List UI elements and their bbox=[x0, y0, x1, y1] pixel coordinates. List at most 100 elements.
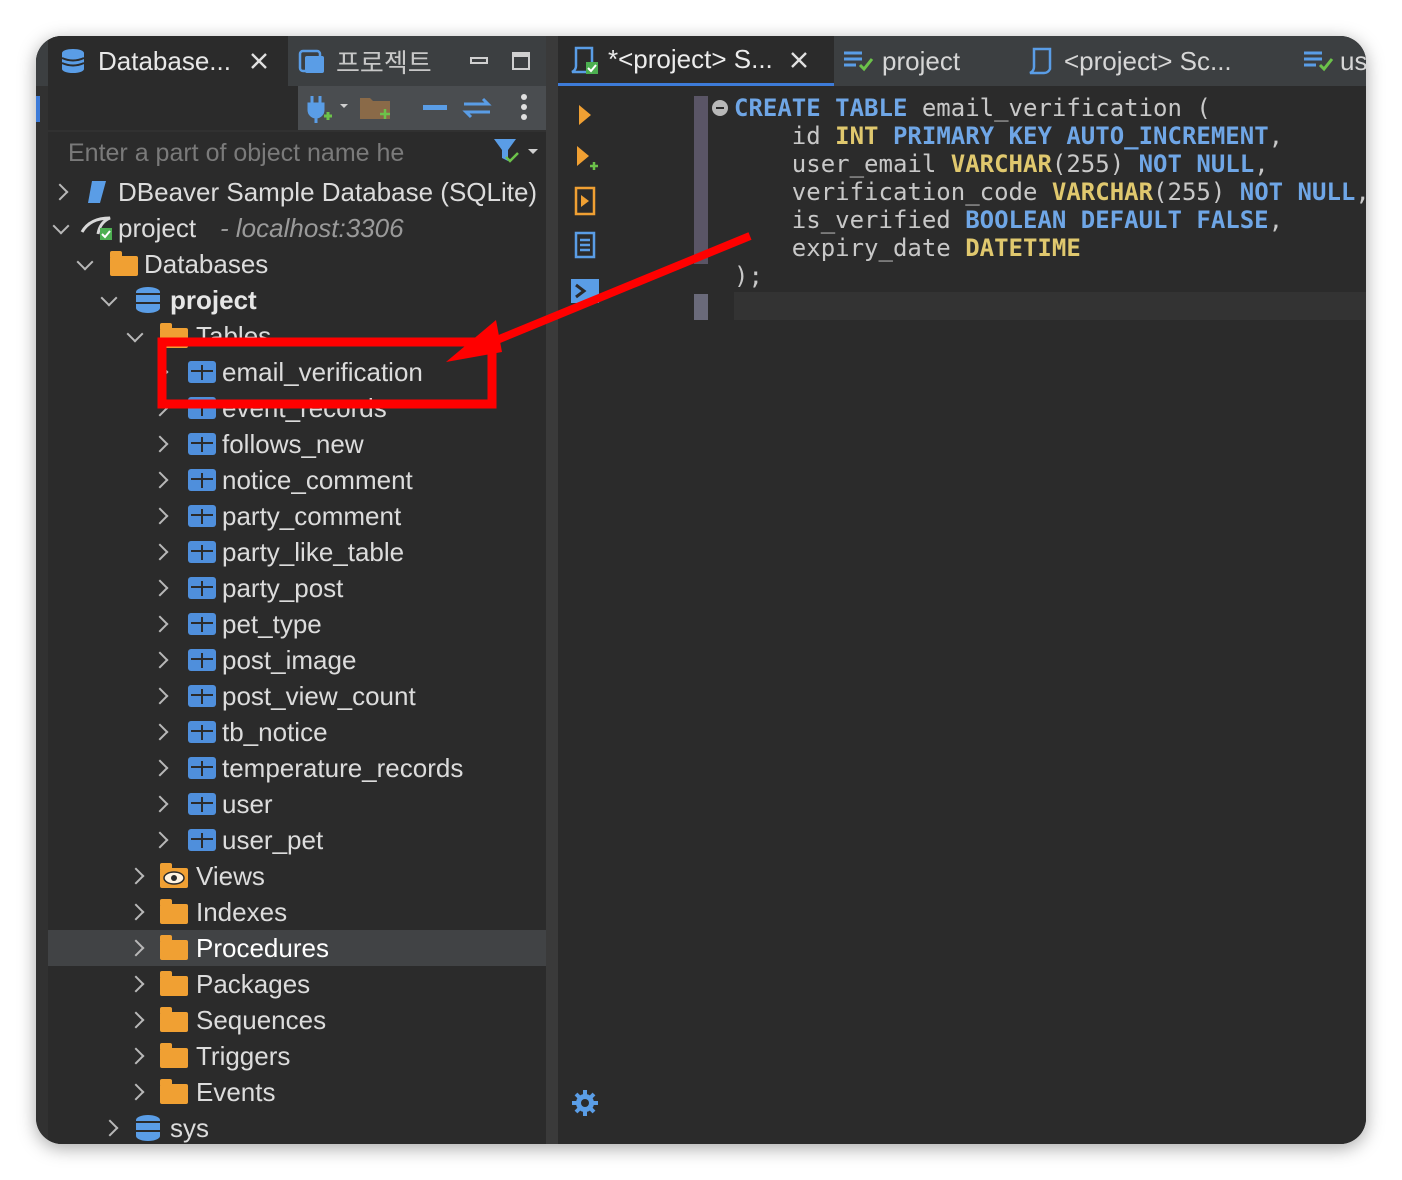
chevron-right-icon[interactable] bbox=[152, 760, 168, 776]
sql-text: (255) bbox=[1051, 150, 1139, 178]
tab-project-editor[interactable]: project bbox=[842, 36, 1012, 86]
tree-node-databases[interactable]: Databases bbox=[48, 246, 546, 282]
app-window: Database... 프로젝트 Enter a part of object … bbox=[36, 36, 1366, 1144]
chevron-right-icon[interactable] bbox=[152, 364, 168, 380]
pane-splitter[interactable] bbox=[546, 36, 558, 1144]
chevron-right-icon[interactable] bbox=[152, 832, 168, 848]
tree-node-packages[interactable]: Packages bbox=[48, 966, 546, 1002]
table-icon bbox=[188, 829, 216, 851]
tree-node-table[interactable]: tb_notice bbox=[48, 714, 546, 750]
link-icon[interactable] bbox=[460, 93, 494, 123]
tree-node-table[interactable]: temperature_records bbox=[48, 750, 546, 786]
sql-editor[interactable]: CREATE TABLE email_verification ( id INT… bbox=[614, 86, 1366, 1144]
tree-node-tables[interactable]: Tables bbox=[48, 318, 546, 354]
chevron-right-icon[interactable] bbox=[152, 508, 168, 524]
tab-sql-script-2[interactable]: <project> Sc... bbox=[1026, 36, 1296, 86]
tree-node-table[interactable]: party_post bbox=[48, 570, 546, 606]
chevron-right-icon[interactable] bbox=[128, 1048, 144, 1064]
tree-node-table[interactable]: user_pet bbox=[48, 822, 546, 858]
minimize-icon[interactable] bbox=[468, 50, 490, 72]
folder-icon bbox=[160, 1079, 188, 1104]
chevron-right-icon[interactable] bbox=[152, 436, 168, 452]
new-connection-icon[interactable] bbox=[304, 90, 348, 126]
chevron-right-icon[interactable] bbox=[128, 1084, 144, 1100]
tree-node-indexes[interactable]: Indexes bbox=[48, 894, 546, 930]
tab-database-navigator[interactable]: Database... bbox=[48, 36, 288, 86]
tree-node-table[interactable]: post_view_count bbox=[48, 678, 546, 714]
sql-code[interactable]: CREATE TABLE email_verification ( id INT… bbox=[734, 94, 1366, 290]
tree-node-sample-database[interactable]: DBeaver Sample Database (SQLite) bbox=[48, 174, 546, 210]
properties-icon bbox=[844, 51, 874, 72]
chevron-right-icon[interactable] bbox=[152, 544, 168, 560]
tree-node-table[interactable]: user bbox=[48, 786, 546, 822]
tab-label: *<project> S... bbox=[608, 44, 773, 74]
settings-icon[interactable] bbox=[570, 1088, 600, 1118]
filter-icon[interactable] bbox=[492, 137, 544, 169]
table-icon bbox=[188, 505, 216, 527]
tree-node-table[interactable]: party_like_table bbox=[48, 534, 546, 570]
close-icon[interactable] bbox=[249, 51, 269, 71]
collapse-icon[interactable] bbox=[420, 93, 450, 123]
close-icon[interactable] bbox=[789, 50, 809, 70]
tree-node-table[interactable]: follows_new bbox=[48, 426, 546, 462]
chevron-right-icon[interactable] bbox=[152, 616, 168, 632]
tree-node-label: Triggers bbox=[196, 1040, 291, 1071]
chevron-down-icon[interactable] bbox=[76, 258, 92, 274]
chevron-right-icon[interactable] bbox=[52, 184, 68, 200]
tree-node-views[interactable]: Views bbox=[48, 858, 546, 894]
table-icon bbox=[188, 649, 216, 671]
sql-text: verification_code bbox=[734, 178, 1052, 206]
chevron-right-icon[interactable] bbox=[128, 1012, 144, 1028]
tree-node-schema-sys[interactable]: sys bbox=[48, 1110, 546, 1144]
chevron-right-icon[interactable] bbox=[152, 724, 168, 740]
tree-node-connection-project[interactable]: project - localhost:3306 bbox=[48, 210, 546, 246]
maximize-icon[interactable] bbox=[510, 50, 532, 72]
chevron-right-icon[interactable] bbox=[152, 472, 168, 488]
tree-node-schema-project[interactable]: project bbox=[48, 282, 546, 318]
explain-plan-icon[interactable] bbox=[570, 230, 600, 260]
chevron-right-icon[interactable] bbox=[152, 688, 168, 704]
menu-icon[interactable] bbox=[518, 93, 530, 123]
chevron-right-icon[interactable] bbox=[128, 976, 144, 992]
execute-script-icon[interactable] bbox=[570, 186, 600, 216]
code-line: is_verified BOOLEAN DEFAULT FALSE, bbox=[734, 206, 1366, 234]
tab-user-editor[interactable]: us bbox=[1302, 36, 1366, 86]
tree-node-table[interactable]: notice_comment bbox=[48, 462, 546, 498]
tree-node-table[interactable]: pet_type bbox=[48, 606, 546, 642]
fold-collapse-icon[interactable] bbox=[712, 100, 728, 116]
sql-text: , bbox=[1355, 178, 1366, 206]
tree-node-sequences[interactable]: Sequences bbox=[48, 1002, 546, 1038]
object-filter-input[interactable] bbox=[68, 136, 408, 170]
sql-text: email_verification ( bbox=[907, 94, 1211, 122]
tab-project[interactable]: 프로젝트 bbox=[294, 36, 546, 86]
console-icon[interactable] bbox=[570, 276, 600, 306]
tree-node-table[interactable]: event_records bbox=[48, 390, 546, 426]
run-new-tab-icon[interactable] bbox=[570, 142, 600, 172]
tree-node-procedures[interactable]: Procedures bbox=[48, 930, 546, 966]
table-icon bbox=[188, 757, 216, 779]
tree-node-events[interactable]: Events bbox=[48, 1074, 546, 1110]
tree-node-triggers[interactable]: Triggers bbox=[48, 1038, 546, 1074]
tree-node-table[interactable]: post_image bbox=[48, 642, 546, 678]
chevron-down-icon[interactable] bbox=[126, 330, 142, 346]
tree-node-table[interactable]: party_comment bbox=[48, 498, 546, 534]
sql-text: , bbox=[1268, 206, 1284, 234]
database-icon bbox=[136, 287, 160, 313]
chevron-right-icon[interactable] bbox=[152, 400, 168, 416]
tree-node-table[interactable]: email_verification bbox=[48, 354, 546, 390]
chevron-down-icon[interactable] bbox=[100, 294, 116, 310]
chevron-right-icon[interactable] bbox=[128, 904, 144, 920]
run-icon[interactable] bbox=[570, 100, 600, 130]
chevron-right-icon[interactable] bbox=[128, 940, 144, 956]
tree-node-label: Events bbox=[196, 1076, 276, 1107]
chevron-right-icon[interactable] bbox=[152, 580, 168, 596]
chevron-right-icon[interactable] bbox=[152, 652, 168, 668]
new-folder-icon[interactable] bbox=[358, 90, 394, 126]
chevron-right-icon[interactable] bbox=[102, 1120, 118, 1136]
chevron-right-icon[interactable] bbox=[152, 796, 168, 812]
sql-text: expiry_date bbox=[734, 234, 966, 262]
tree-node-label: Indexes bbox=[196, 896, 288, 927]
chevron-right-icon[interactable] bbox=[128, 868, 144, 884]
chevron-down-icon[interactable] bbox=[52, 222, 68, 238]
tab-sql-script-active[interactable]: *<project> S... bbox=[558, 36, 834, 86]
